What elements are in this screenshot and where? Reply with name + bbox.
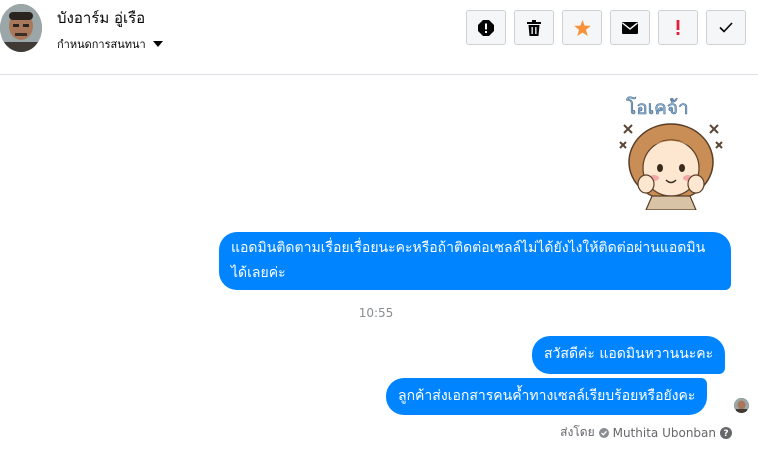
follow-up-button[interactable] [658, 10, 698, 45]
envelope-icon [622, 21, 638, 34]
spam-report-icon [478, 19, 494, 36]
sent-by-label: ส่งโดย [560, 425, 595, 439]
mark-spam-button[interactable] [466, 10, 506, 45]
outgoing-message-bubble[interactable]: สวัสดีค่ะ แอดมินหวานนะคะ [532, 336, 726, 374]
action-toolbar [466, 10, 746, 45]
star-button[interactable] [562, 10, 602, 45]
svg-text:?: ? [723, 429, 728, 439]
contact-name[interactable]: บังอาร์ม อู่เรือ [57, 6, 145, 30]
assign-conversation-dropdown[interactable]: กำหนดการสนทนา [57, 35, 163, 53]
message-timestamp: 10:55 [358, 306, 394, 320]
sender-name: Muthita Ubonban [612, 425, 716, 440]
mark-done-button[interactable] [706, 10, 746, 45]
contact-avatar[interactable] [0, 4, 42, 52]
exclamation-icon [676, 20, 680, 35]
outgoing-message-bubble[interactable]: แอดมินติดตามเรื่อยเรื่อยนะคะหรือถ้าติดต่… [219, 232, 731, 290]
checkmark-icon [719, 22, 733, 33]
mark-unread-button[interactable] [610, 10, 650, 45]
trash-icon [527, 19, 541, 36]
caret-down-icon [152, 41, 163, 47]
sticker-message[interactable]: โอเคจ้า [612, 92, 730, 211]
delete-button[interactable] [514, 10, 554, 45]
outgoing-message-bubble[interactable]: ลูกค้าส่งเอกสารคนค้ำทางเซลล์เรียบร้อยหรื… [386, 378, 708, 415]
help-icon[interactable]: ? [720, 426, 732, 439]
star-icon [573, 19, 591, 36]
sent-by-info: ส่งโดย Muthita Ubonban ? [560, 423, 732, 442]
sticker-caption: โอเคจ้า [626, 96, 689, 119]
verified-check-icon [598, 427, 609, 438]
assign-label: กำหนดการสนทนา [57, 38, 146, 51]
read-receipt-avatar [734, 398, 749, 413]
conversation-header: บังอาร์ม อู่เรือ กำหนดการสนทนา [0, 0, 758, 75]
